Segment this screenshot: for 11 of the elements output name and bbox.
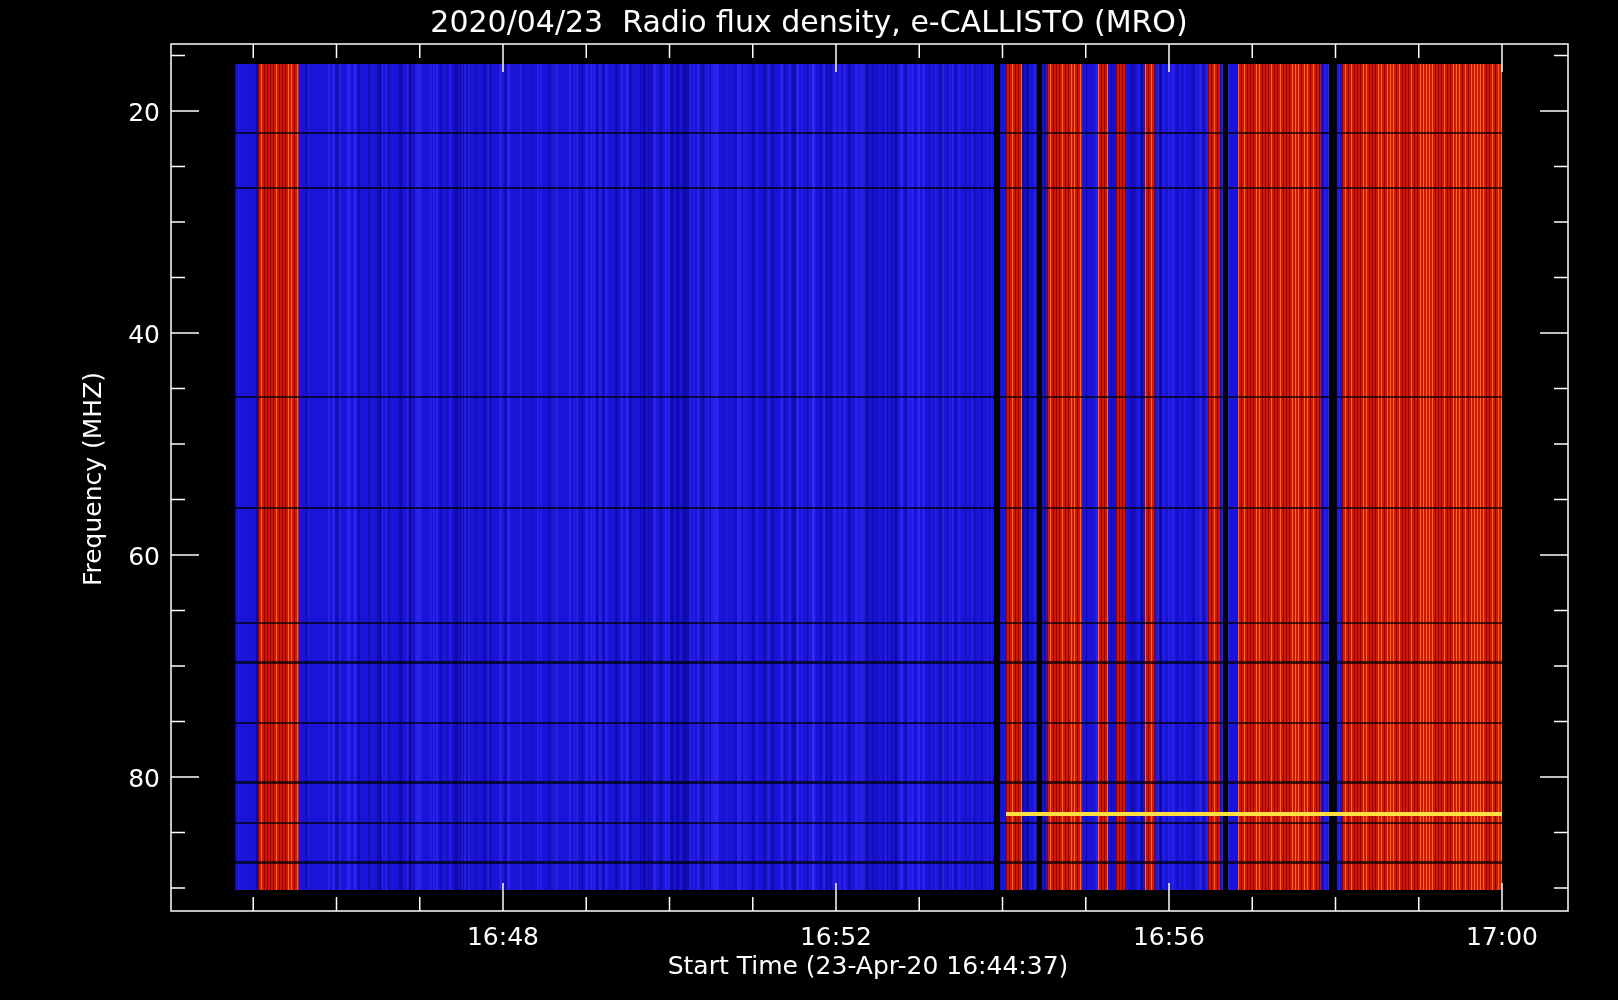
x-tick-label: 17:00: [1466, 922, 1538, 951]
x-axis-label: Start Time (23-Apr-20 16:44:37): [667, 951, 1069, 980]
y-tick-label: 60: [128, 542, 160, 571]
x-tick-label: 16:48: [467, 922, 539, 951]
y-tick-label: 40: [128, 320, 160, 349]
y-tick-label: 20: [128, 98, 160, 127]
x-tick-label: 16:56: [1133, 922, 1205, 951]
y-tick-label: 80: [128, 764, 160, 793]
x-tick-label: 16:52: [800, 922, 872, 951]
chart-title: 2020/04/23 Radio flux density, e-CALLISTO (MRO): [430, 4, 1188, 39]
y-axis-label: Frequency (MHZ): [78, 371, 107, 587]
